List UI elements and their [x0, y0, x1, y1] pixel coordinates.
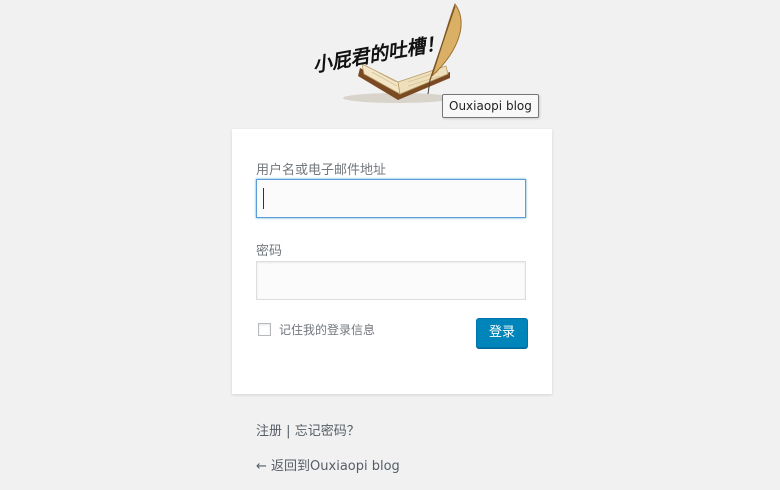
back-to-blog: ← 返回到Ouxiaopi blog — [256, 455, 400, 474]
logo-tagline: 小屁君的吐槽！ — [311, 32, 446, 77]
login-form: 用户名或电子邮件地址 密码 记住我的登录信息 登录 — [232, 129, 552, 394]
login-nav: 注册 | 忘记密码？ — [256, 420, 360, 439]
text-caret — [263, 188, 264, 209]
password-label: 密码 — [256, 244, 283, 259]
password-input[interactable] — [256, 261, 526, 300]
back-to-blog-label: 返回到Ouxiaopi blog — [271, 459, 400, 474]
back-arrow-icon: ← — [256, 459, 267, 474]
remember-me-checkbox[interactable] — [258, 323, 271, 336]
book-quill-logo-icon: 小屁君的吐槽！ — [311, 2, 462, 103]
username-label: 用户名或电子邮件地址 — [256, 163, 387, 178]
logo-tooltip: Ouxiaopi blog — [442, 94, 539, 118]
lost-password-link[interactable]: 忘记密码？ — [295, 424, 360, 439]
nav-separator: | — [286, 424, 291, 439]
username-input[interactable] — [256, 179, 526, 218]
register-link[interactable]: 注册 — [256, 424, 282, 439]
login-button[interactable]: 登录 — [476, 318, 528, 348]
remember-me-label[interactable]: 记住我的登录信息 — [279, 321, 375, 338]
back-to-blog-link[interactable]: ← 返回到Ouxiaopi blog — [256, 459, 400, 474]
site-logo[interactable]: 小屁君的吐槽！ — [300, 2, 490, 106]
